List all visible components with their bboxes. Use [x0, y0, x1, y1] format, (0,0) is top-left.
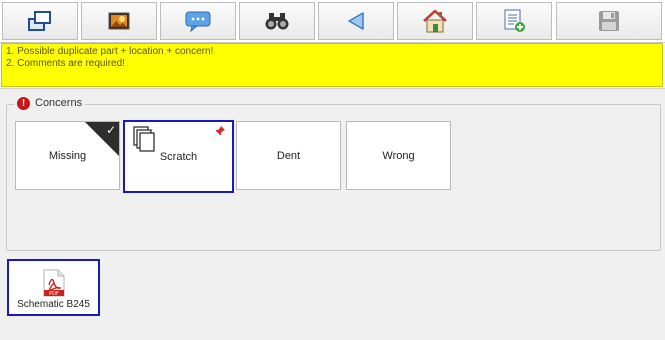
concern-tile-dent[interactable]: Dent — [236, 121, 341, 190]
back-arrow-icon — [348, 12, 364, 30]
image-icon — [108, 12, 130, 30]
concern-label: Scratch — [159, 150, 198, 163]
pdf-icon: PDF — [43, 269, 65, 297]
concern-label: Missing — [48, 149, 87, 162]
concerns-legend: ! Concerns — [14, 95, 86, 111]
attachment-label: Schematic B245 — [17, 299, 90, 310]
pin-icon — [215, 126, 225, 136]
save-disk-icon — [599, 11, 619, 31]
alert-line: 2. Comments are required! — [6, 58, 125, 69]
alert-line: 1. Possible duplicate part + location + … — [6, 46, 214, 57]
concern-tile-missing[interactable]: Missing ✓ — [15, 121, 120, 190]
warning-icon: ! — [17, 96, 30, 110]
concern-label: Wrong — [382, 149, 415, 162]
save-button[interactable] — [556, 2, 662, 40]
concern-tile-wrong[interactable]: Wrong — [346, 121, 451, 190]
home-icon — [423, 9, 447, 33]
checkmark-icon: ✓ — [105, 123, 116, 137]
image-button[interactable] — [81, 2, 157, 40]
back-button[interactable] — [318, 2, 394, 40]
add-document-icon — [504, 9, 525, 32]
validation-alert: 1. Possible duplicate part + location + … — [1, 43, 663, 87]
attachment-tile[interactable]: PDF Schematic B245 — [7, 259, 100, 316]
toolbar — [0, 0, 665, 43]
binoculars-icon — [265, 13, 289, 30]
concern-label: Dent — [276, 149, 301, 162]
windows-button[interactable] — [2, 2, 78, 40]
concerns-title: Concerns — [35, 97, 83, 109]
add-document-button[interactable] — [476, 2, 552, 40]
search-button[interactable] — [239, 2, 315, 40]
comment-bubble-icon — [185, 11, 211, 32]
home-button[interactable] — [397, 2, 473, 40]
windows-icon — [28, 11, 51, 31]
pages-icon — [133, 126, 155, 152]
comment-button[interactable] — [160, 2, 236, 40]
concern-tile-scratch[interactable]: Scratch — [123, 120, 234, 193]
pdf-text: PDF — [49, 291, 59, 297]
